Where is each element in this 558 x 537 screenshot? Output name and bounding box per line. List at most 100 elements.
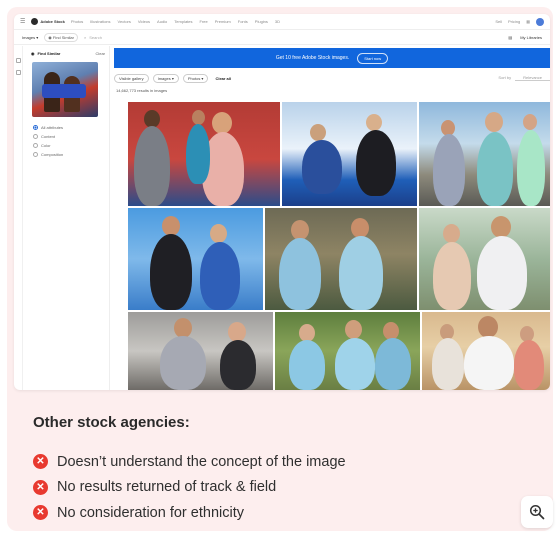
person-body: [517, 130, 545, 206]
person-body: [150, 234, 192, 310]
x-circle-icon: ✕: [33, 505, 48, 521]
nav-link[interactable]: 3D: [275, 19, 280, 24]
panel-header: ◉ Find Similar Clear: [27, 46, 109, 61]
sell-link[interactable]: Sell: [495, 19, 502, 24]
panel-clear-button[interactable]: Clear: [95, 51, 105, 56]
nav-link[interactable]: Fonts: [238, 19, 248, 24]
filter-chip[interactable]: Photos ▾: [182, 73, 209, 83]
zoom-in-icon: [529, 504, 545, 520]
sort-control[interactable]: Sort by Relevance: [498, 75, 550, 81]
camera-icon: ◉: [31, 51, 35, 56]
list-item: ✕ Doesn’t understand the concept of the …: [33, 449, 346, 475]
option-label: Content: [41, 134, 56, 139]
person-head: [443, 224, 460, 243]
brand-name: Adobe Stock: [40, 19, 65, 24]
sort-value: Relevance: [515, 75, 550, 81]
nav-links: Photos Illustrations Vectors Videos Audi…: [71, 19, 280, 24]
clear-all-button[interactable]: Clear all: [215, 76, 231, 81]
person-body: [433, 134, 465, 206]
person-head: [210, 224, 227, 243]
result-image[interactable]: [422, 312, 550, 390]
option-all-attributes[interactable]: All attributes: [33, 125, 109, 130]
library-icon[interactable]: ▤: [508, 35, 512, 40]
list-item: ✕ No results returned of track & field: [33, 475, 346, 501]
filter-chip[interactable]: Images ▾: [152, 73, 179, 83]
list-item-text: No consideration for ethnicity: [57, 504, 244, 521]
banner-text: Get 10 free Adobe Stock images.: [275, 55, 350, 61]
left-rail: [14, 46, 23, 390]
search-icon: ⌕: [84, 35, 87, 40]
person-body: [134, 126, 170, 206]
search-input[interactable]: ⌕ Search: [84, 35, 502, 40]
person-body: [160, 336, 206, 390]
result-image[interactable]: [128, 312, 273, 390]
nav-link[interactable]: Vectors: [118, 19, 131, 24]
list-item-text: No results returned of track & field: [57, 479, 277, 496]
nav-link[interactable]: Templates: [174, 19, 192, 24]
list-item-text: Doesn’t understand the concept of the im…: [57, 453, 346, 470]
result-image[interactable]: [128, 208, 263, 310]
similar-icon[interactable]: [16, 70, 21, 75]
result-image[interactable]: [419, 208, 550, 310]
person-body: [464, 336, 514, 390]
nav-link[interactable]: Videos: [138, 19, 150, 24]
filter-chip[interactable]: Visible gallery: [114, 73, 149, 83]
option-label: Color: [41, 143, 51, 148]
person-body: [477, 132, 513, 206]
result-image[interactable]: [128, 102, 280, 206]
panel-title: Find Similar: [37, 51, 61, 56]
person-head: [478, 316, 498, 338]
find-similar-panel: ◉ Find Similar Clear All attributes Cont…: [27, 46, 110, 390]
menu-icon[interactable]: ☰: [20, 18, 25, 25]
person-body: [302, 140, 342, 194]
person-head: [485, 112, 503, 132]
list-item: ✕ No consideration for ethnicity: [33, 500, 346, 526]
nav-link[interactable]: Premium: [215, 19, 231, 24]
person-body: [356, 130, 396, 196]
sort-label: Sort by: [498, 75, 512, 80]
nav-link[interactable]: Photos: [71, 19, 83, 24]
nav-right: Sell Pricing ▦: [495, 17, 544, 26]
result-image[interactable]: [265, 208, 417, 310]
banner-button[interactable]: Start now: [357, 52, 389, 64]
person-body: [339, 236, 383, 310]
person-head: [366, 114, 382, 131]
result-image[interactable]: [419, 102, 550, 206]
brand-logo-icon: [31, 18, 39, 25]
apps-icon[interactable]: ▦: [526, 19, 530, 24]
option-content[interactable]: Content: [33, 134, 109, 139]
pricing-link[interactable]: Pricing: [508, 19, 520, 24]
nav-link[interactable]: Audio: [157, 19, 167, 24]
zoom-in-button[interactable]: [521, 496, 553, 528]
person-head: [192, 110, 205, 125]
my-libraries-button[interactable]: My Libraries: [520, 35, 542, 40]
results-area: Get 10 free Adobe Stock images. Start no…: [114, 46, 550, 390]
person-body: [289, 340, 325, 390]
result-image[interactable]: [275, 312, 420, 390]
person-body: [279, 238, 321, 310]
brand-logo[interactable]: Adobe Stock: [31, 18, 65, 25]
radio-icon: [33, 152, 38, 157]
asset-type-select[interactable]: Images ▾: [22, 35, 38, 40]
section-heading: Other stock agencies:: [33, 414, 190, 431]
option-composition[interactable]: Composition: [33, 152, 109, 157]
search-placeholder: Search: [89, 35, 102, 40]
option-color[interactable]: Color: [33, 143, 109, 148]
person-body: [433, 242, 471, 310]
person-head: [228, 322, 246, 342]
nav-link[interactable]: Free: [200, 19, 208, 24]
avatar[interactable]: [536, 17, 544, 26]
find-similar-chip[interactable]: ◉ Find Similar: [44, 33, 78, 42]
stock-site-screenshot: ☰ Adobe Stock Photos Illustrations Vecto…: [14, 14, 550, 390]
person-head: [523, 114, 537, 130]
similarity-options: All attributes Content Color Composition: [27, 125, 109, 157]
person-head: [491, 216, 511, 238]
filter-icon[interactable]: [16, 58, 21, 63]
top-nav: ☰ Adobe Stock Photos Illustrations Vecto…: [14, 14, 550, 30]
nav-link[interactable]: Illustrations: [90, 19, 110, 24]
person-head: [174, 318, 192, 338]
asset-type-label: Images: [22, 35, 36, 40]
person-body: [375, 338, 411, 390]
nav-link[interactable]: Plugins: [255, 19, 268, 24]
result-image[interactable]: [282, 102, 417, 206]
